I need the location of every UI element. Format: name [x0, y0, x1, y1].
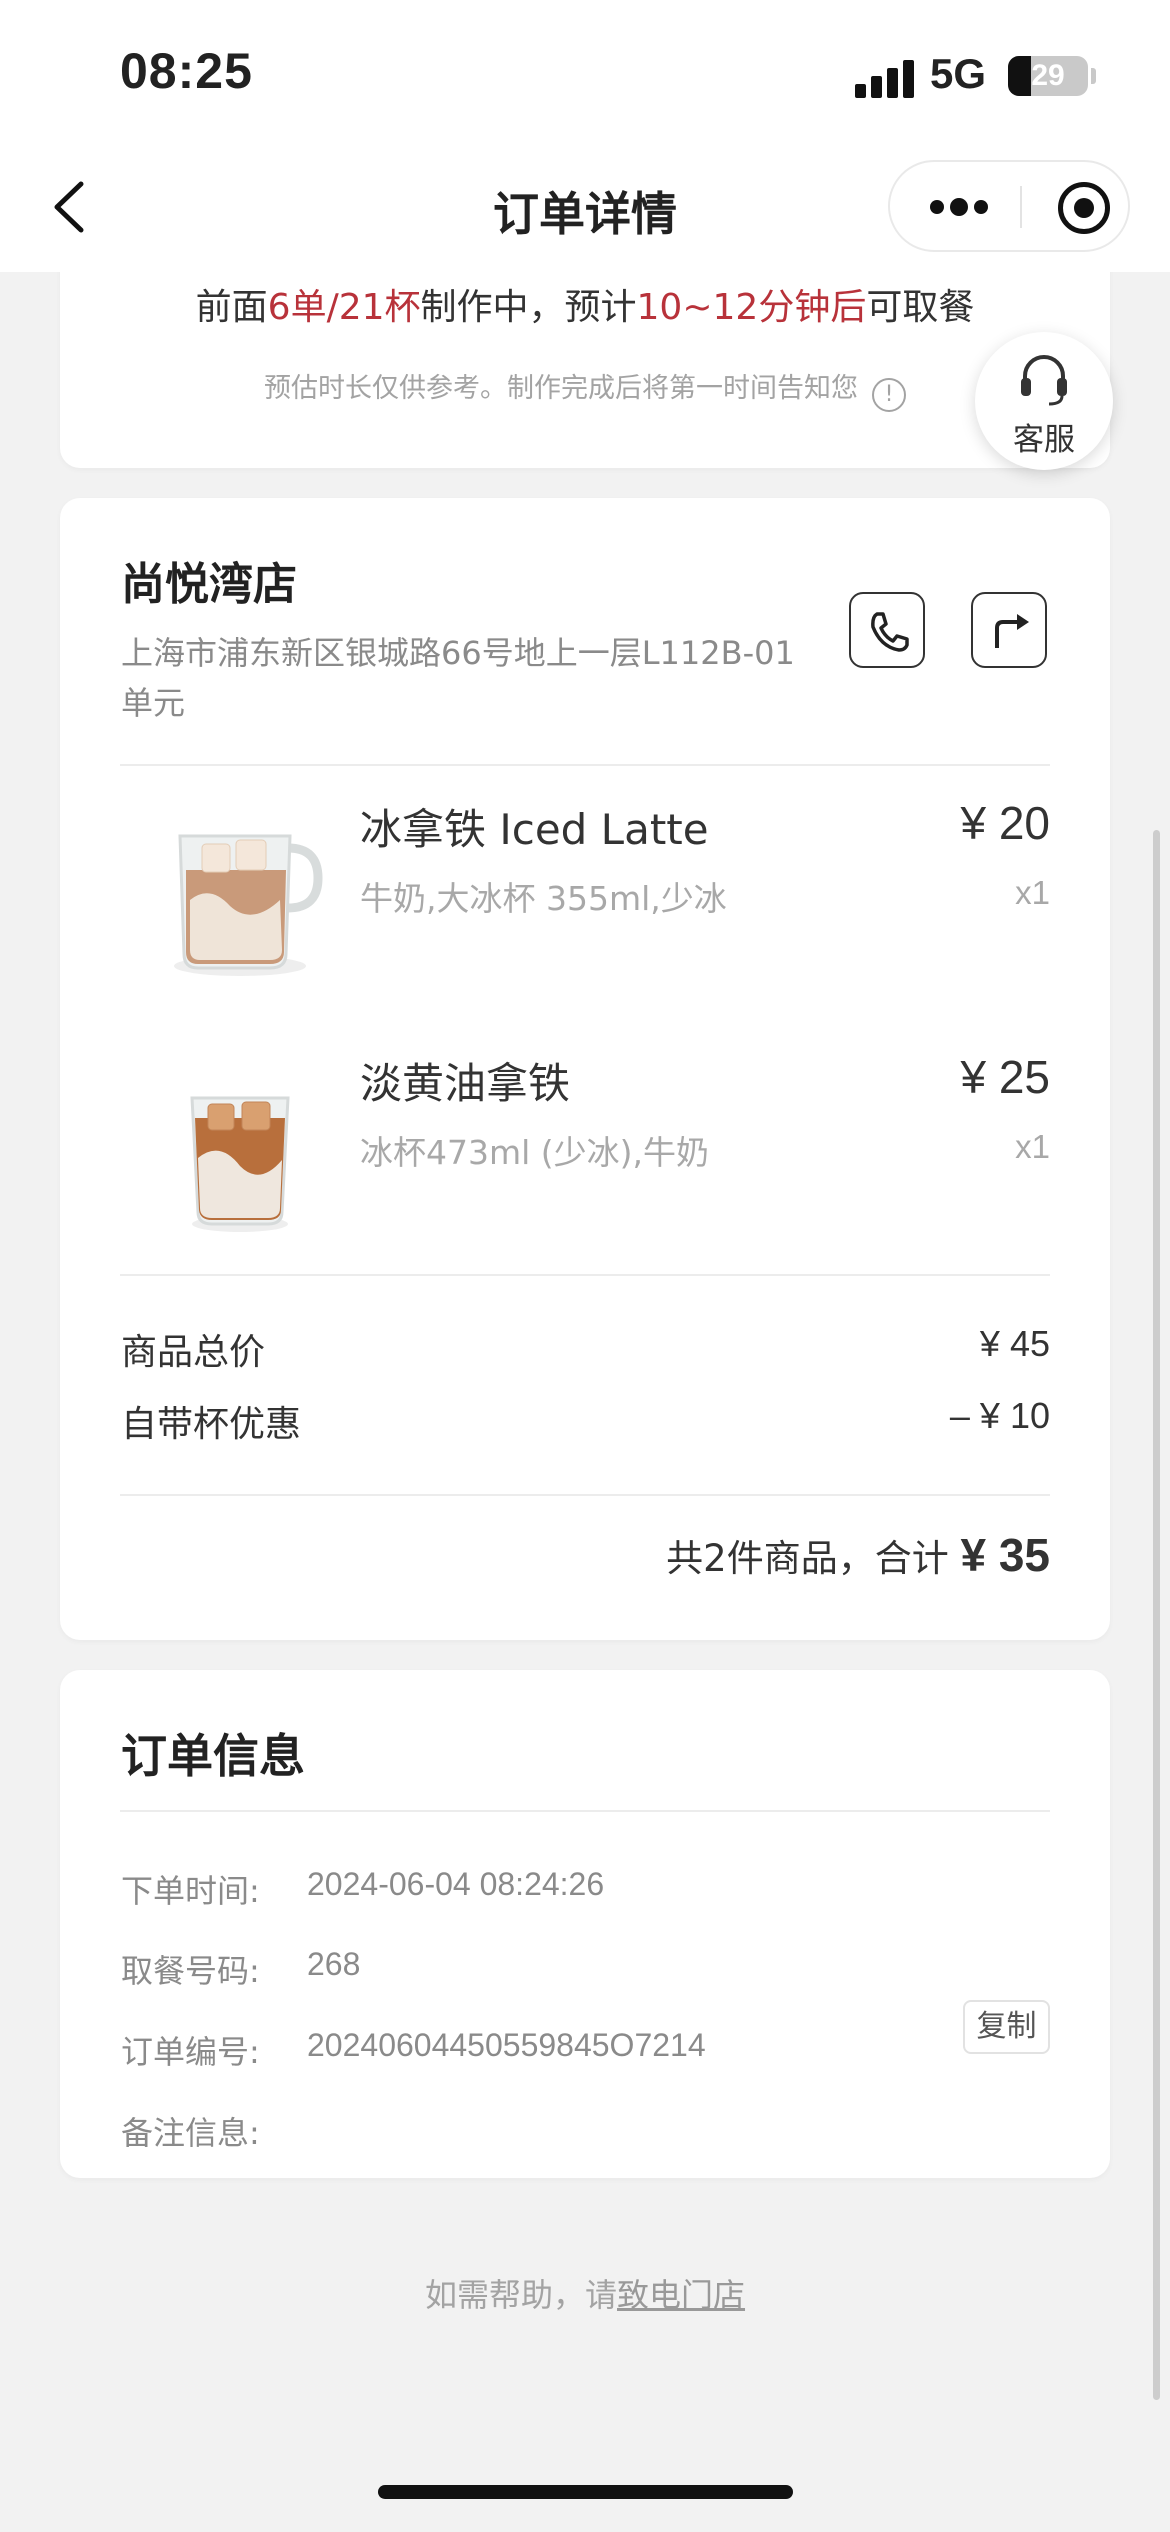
order-total: 共2件商品，合计 ¥ 35 — [666, 1528, 1050, 1582]
queue-note: 预估时长仅供参考。制作完成后将第一时间告知您! — [60, 366, 1110, 412]
order-number-value: 20240604450559845O7214 — [307, 2027, 706, 2063]
order-info-title: 订单信息 — [121, 1729, 305, 1783]
help-footer: 如需帮助，请致电门店 — [0, 2270, 1170, 2316]
divider — [120, 764, 1050, 766]
queue-middle: 制作中，预计 — [420, 287, 637, 328]
call-store-link[interactable]: 致电门店 — [617, 2276, 745, 2314]
status-bar: 08:25 5G 29 — [0, 0, 1170, 150]
store-address-line2: 单元 — [121, 684, 186, 722]
product-spec: 冰杯473ml (少冰),牛奶 — [360, 1133, 710, 1172]
help-prefix: 如需帮助，请 — [424, 2276, 617, 2314]
total-amount: ¥ 35 — [960, 1529, 1050, 1581]
close-miniprogram-icon[interactable] — [1058, 182, 1110, 234]
divider — [120, 1810, 1050, 1812]
remark-label: 备注信息: — [121, 2114, 260, 2152]
home-indicator — [378, 2485, 793, 2499]
info-icon[interactable]: ! — [872, 378, 906, 412]
discount-label: 自带杯优惠 — [121, 1404, 302, 1445]
pickup-code-value: 268 — [307, 1946, 361, 1982]
discount-value: – ¥ 10 — [949, 1395, 1050, 1436]
scrollbar[interactable] — [1153, 830, 1160, 2400]
queue-note-text: 预估时长仅供参考。制作完成后将第一时间告知您 — [264, 373, 858, 404]
store-name: 尚悦湾店 — [121, 559, 297, 610]
queue-status-card: 前面6单/21杯制作中，预计10~12分钟后可取餐 预估时长仅供参考。制作完成后… — [60, 240, 1110, 468]
product-name: 冰拿铁 Iced Latte — [360, 805, 709, 854]
call-store-button[interactable] — [849, 592, 925, 668]
navigate-button[interactable] — [971, 592, 1047, 668]
store-address-line1: 上海市浦东新区银城路66号地上一层L112B-01 — [121, 634, 795, 672]
divider — [120, 1274, 1050, 1276]
customer-service-label: 客服 — [1013, 422, 1075, 458]
queue-prefix: 前面 — [195, 287, 268, 328]
battery-tip — [1091, 68, 1096, 84]
phone-icon — [871, 612, 909, 652]
order-time-label: 下单时间: — [121, 1872, 260, 1910]
order-info-card: 订单信息 下单时间: 2024-06-04 08:24:26 取餐号码: 268… — [60, 1670, 1110, 2178]
navbar: 订单详情 — [0, 150, 1170, 272]
more-options-icon[interactable] — [930, 196, 988, 218]
product-spec: 牛奶,大冰杯 355ml,少冰 — [360, 879, 727, 918]
queue-orders-count: 6单/21杯 — [267, 287, 421, 328]
queue-status-text: 前面6单/21杯制作中，预计10~12分钟后可取餐 — [60, 278, 1110, 330]
subtotal-label: 商品总价 — [121, 1332, 266, 1373]
divider — [120, 1494, 1050, 1496]
mini-program-capsule — [888, 160, 1130, 252]
subtotal-value: ¥ 45 — [979, 1323, 1050, 1364]
directions-icon — [995, 614, 1029, 648]
store-order-card: 尚悦湾店 上海市浦东新区银城路66号地上一层L112B-01 单元 冰拿铁 Ic… — [60, 498, 1110, 1640]
network-type: 5G — [930, 50, 987, 97]
product-quantity: x1 — [1015, 874, 1050, 911]
headset-icon — [1021, 355, 1067, 406]
pickup-code-label: 取餐号码: — [121, 1952, 260, 1990]
product-image — [140, 1042, 340, 1242]
store-address: 上海市浦东新区银城路66号地上一层L112B-01 单元 — [121, 628, 821, 728]
order-number-label: 订单编号: — [121, 2033, 260, 2071]
product-image — [140, 788, 340, 988]
product-name: 淡黄油拿铁 — [360, 1059, 571, 1108]
battery-percent: 29 — [1031, 59, 1065, 92]
total-prefix: 共2件商品，合计 — [666, 1537, 961, 1580]
clock: 08:25 — [120, 43, 253, 99]
cellular-signal-icon — [855, 58, 915, 98]
iced-latte-mug-image — [174, 834, 323, 976]
butter-latte-glass-image — [190, 1096, 290, 1232]
queue-suffix: 可取餐 — [866, 287, 975, 328]
capsule-divider — [1020, 186, 1022, 228]
product-price: ¥ 20 — [960, 797, 1050, 849]
copy-order-number-button[interactable]: 复制 — [963, 2000, 1050, 2054]
battery-icon: 29 — [1008, 56, 1088, 96]
product-quantity: x1 — [1015, 1128, 1050, 1165]
product-price: ¥ 25 — [960, 1051, 1050, 1103]
customer-service-button[interactable]: 客服 — [975, 332, 1113, 470]
queue-eta: 10~12分钟后 — [636, 287, 867, 328]
order-time-value: 2024-06-04 08:24:26 — [307, 1866, 605, 1902]
